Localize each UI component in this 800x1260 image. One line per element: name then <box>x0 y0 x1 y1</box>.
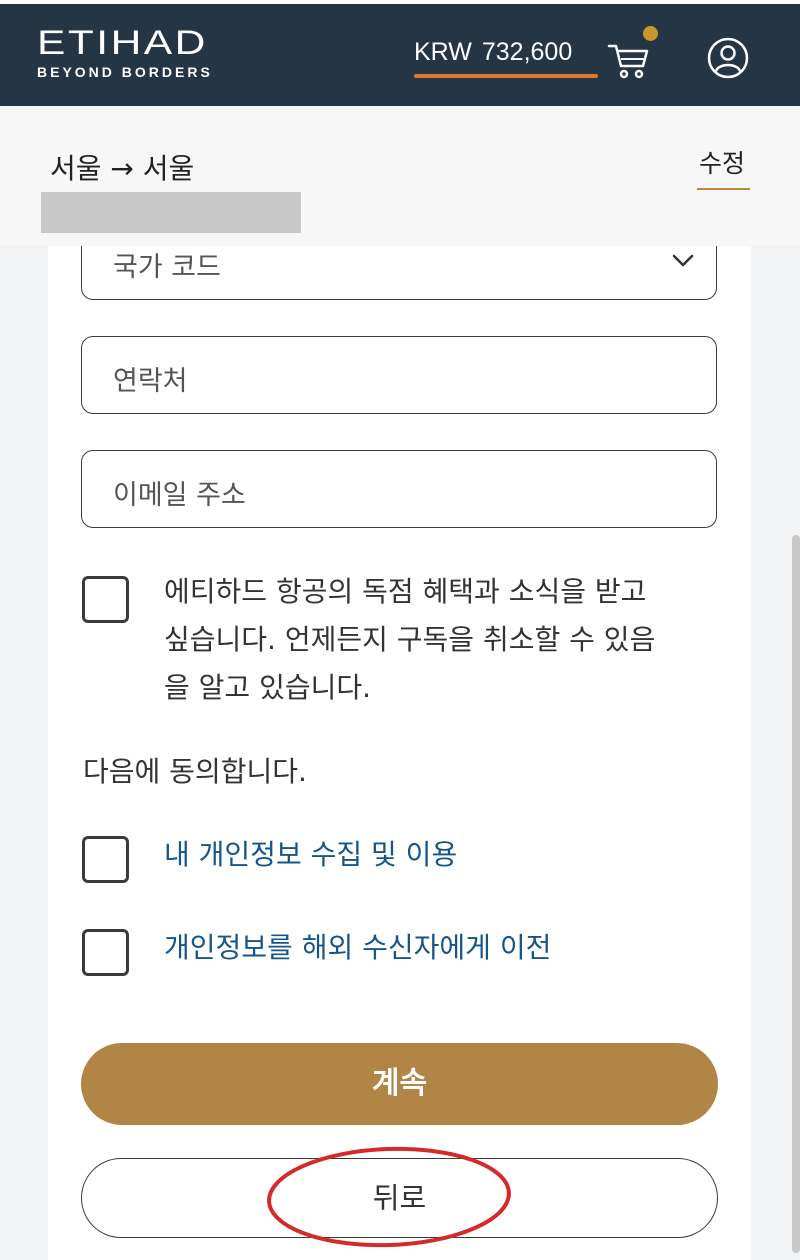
transfer-consent-link[interactable]: 개인정보를 해외 수신자에게 이전 <box>164 924 724 972</box>
newsletter-label: 에티하드 항공의 독점 혜택과 소식을 받고 싶습니다. 언제든지 구독을 취소… <box>164 568 724 712</box>
country-code-placeholder: 국가 코드 <box>113 252 221 283</box>
etihad-logo[interactable]: ETIHAD BEYOND BORDERS <box>37 26 213 80</box>
newsletter-label-line-3: 을 알고 있습니다. <box>164 671 372 704</box>
back-button[interactable]: 뒤로 <box>81 1158 718 1238</box>
price-summary[interactable]: KRW 732,600 <box>414 38 582 67</box>
newsletter-label-line-2: 싶습니다. 언제든지 구독을 취소할 수 있음 <box>164 623 656 656</box>
edit-underline <box>697 188 750 190</box>
privacy-consent-link[interactable]: 내 개인정보 수집 및 이용 <box>164 831 724 879</box>
transfer-consent-checkbox[interactable] <box>82 929 129 976</box>
logo-tagline: BEYOND BORDERS <box>37 64 213 80</box>
cart-badge <box>643 26 658 41</box>
email-placeholder: 이메일 주소 <box>113 480 246 511</box>
price-currency: KRW <box>414 38 472 66</box>
agree-heading: 다음에 동의합니다. <box>83 755 307 788</box>
edit-trip-link[interactable]: 수정 <box>699 144 745 180</box>
scrollbar[interactable] <box>792 535 800 1253</box>
continue-button[interactable]: 계속 <box>81 1043 718 1125</box>
trip-summary-bar: 서울 → 서울 수정 <box>0 106 800 246</box>
route-text: 서울 → 서울 <box>50 152 195 185</box>
price-underline <box>414 74 598 78</box>
redacted-date-block <box>41 192 301 233</box>
privacy-consent-checkbox[interactable] <box>82 836 129 883</box>
profile-icon[interactable] <box>706 36 750 80</box>
newsletter-label-line-1: 에티하드 항공의 독점 혜택과 소식을 받고 <box>164 575 647 608</box>
cart-icon[interactable] <box>607 40 651 80</box>
price-amount: 732,600 <box>481 38 573 66</box>
email-input[interactable]: 이메일 주소 <box>81 450 717 528</box>
newsletter-checkbox[interactable] <box>82 576 129 623</box>
contact-number-input[interactable]: 연락처 <box>81 336 717 414</box>
logo-wordmark: ETIHAD <box>37 24 208 62</box>
chevron-down-icon <box>672 254 694 267</box>
contact-placeholder: 연락처 <box>113 366 188 397</box>
top-header: ETIHAD BEYOND BORDERS KRW 732,600 <box>0 4 800 106</box>
